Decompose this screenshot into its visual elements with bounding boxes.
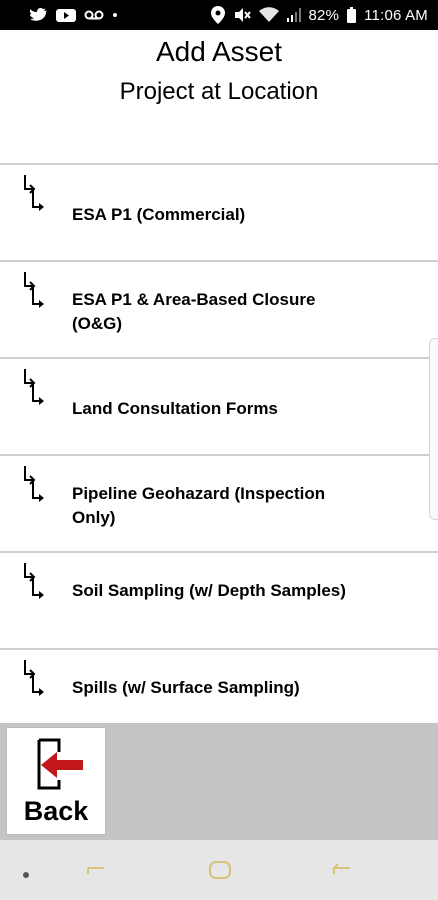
nav-dot-icon <box>22 866 30 884</box>
exit-arrow-icon <box>29 736 85 792</box>
list-item-label: Spills (w/ Surface Sampling) <box>72 678 300 697</box>
back-button[interactable]: Back <box>6 727 106 835</box>
branch-arrow-icon <box>20 367 46 409</box>
list-item[interactable]: Pipeline Geohazard (Inspection Only) <box>0 454 438 551</box>
branch-arrow-icon <box>20 464 46 506</box>
list-item-label: Land Consultation Forms <box>72 399 278 418</box>
list-item[interactable]: Soil Sampling (w/ Depth Samples) <box>0 551 438 648</box>
back-button-label: Back <box>23 796 89 826</box>
asset-list: ESA P1 (Commercial) ESA P1 & Area-Based … <box>0 163 438 723</box>
branch-arrow-icon <box>20 270 46 312</box>
twitter-icon <box>30 7 48 23</box>
list-item[interactable]: ESA P1 & Area-Based Closure (O&G) <box>0 260 438 357</box>
status-right-icons: 82% 11:06 AM <box>210 6 429 24</box>
branch-arrow-icon <box>20 658 46 700</box>
scroll-handle[interactable] <box>429 338 438 520</box>
battery-percent: 82% <box>308 6 340 24</box>
branch-arrow-icon <box>20 561 46 603</box>
page-title: Add Asset <box>155 36 283 67</box>
list-item[interactable]: Land Consultation Forms <box>0 357 438 454</box>
list-item-label: Pipeline Geohazard (Inspection Only) <box>72 484 326 527</box>
action-bar: Back <box>0 723 438 840</box>
signal-icon <box>286 8 301 22</box>
dot-icon <box>112 12 118 18</box>
wifi-icon <box>258 7 279 23</box>
back-nav-icon[interactable] <box>330 862 352 883</box>
youtube-icon <box>56 8 76 23</box>
voicemail-icon <box>84 9 104 21</box>
home-icon[interactable] <box>208 860 232 885</box>
mute-icon <box>233 7 251 23</box>
status-bar: 82% 11:06 AM <box>0 0 438 30</box>
list-item[interactable]: ESA P1 (Commercial) <box>0 163 438 260</box>
clock: 11:06 AM <box>364 6 428 24</box>
list-item[interactable]: Spills (w/ Surface Sampling) <box>0 648 438 723</box>
list-item-label: ESA P1 & Area-Based Closure (O&G) <box>72 290 316 333</box>
system-nav-bar <box>0 840 438 900</box>
list-item-label: ESA P1 (Commercial) <box>72 205 246 224</box>
battery-icon <box>347 7 357 23</box>
page-subtitle: Project at Location <box>119 78 319 105</box>
branch-arrow-icon <box>20 173 46 215</box>
recents-icon[interactable] <box>86 862 106 883</box>
status-left-icons <box>30 7 118 23</box>
list-item-label: Soil Sampling (w/ Depth Samples) <box>72 581 346 600</box>
location-icon <box>210 6 225 24</box>
page-header: Add Asset Project at Location <box>0 30 438 150</box>
